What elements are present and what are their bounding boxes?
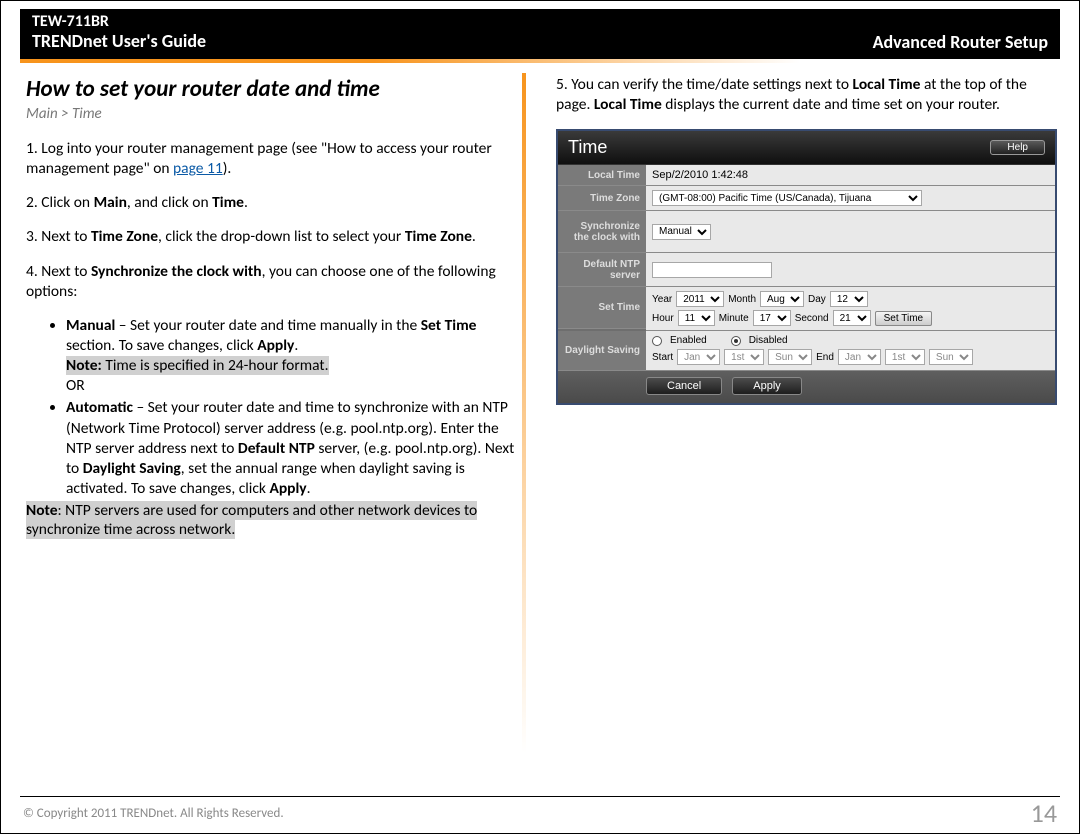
section-title: How to set your router date and time	[26, 75, 522, 103]
option-manual: Manual – Set your router date and time m…	[66, 316, 522, 397]
note2-highlight: Note: NTP servers are used for computers…	[26, 501, 477, 539]
apply-button[interactable]: Apply	[732, 377, 802, 395]
ds-end-day[interactable]: Sun	[929, 349, 973, 365]
set-time-label: Set Time	[558, 287, 646, 329]
daylight-label: Daylight Saving	[558, 331, 646, 371]
time-zone-value: (GMT-08:00) Pacific Time (US/Canada), Ti…	[646, 186, 1055, 211]
hour-select[interactable]: 11	[678, 310, 715, 326]
local-time-label: Local Time	[558, 165, 646, 186]
page-number: 14	[1031, 797, 1057, 829]
router-time-panel: Time Help Local Time Sep/2/2010 1:42:48 …	[556, 129, 1057, 405]
day-select[interactable]: 12	[830, 291, 868, 307]
time-zone-select[interactable]: (GMT-08:00) Pacific Time (US/Canada), Ti…	[652, 190, 922, 206]
step-5: 5. You can verify the time/date settings…	[556, 75, 1054, 115]
panel-title: Time	[568, 137, 607, 158]
sync-label: Synchronize the clock with	[558, 211, 646, 253]
help-button[interactable]: Help	[990, 140, 1045, 155]
ds-start-day[interactable]: Sun	[768, 349, 812, 365]
header-left: TEW-711BR TRENDnet User's Guide	[32, 12, 206, 53]
second-select[interactable]: 21	[833, 310, 871, 326]
right-column: 5. You can verify the time/date settings…	[556, 71, 1054, 765]
daylight-row: Enabled Disabled Start Jan 1st Sun End J…	[646, 331, 1055, 371]
step-3: 3. Next to Time Zone, click the drop-dow…	[26, 227, 522, 247]
set-time-row: Year 2011 Month Aug Day 12 Hour 11 Minut…	[646, 287, 1055, 331]
page-link[interactable]: page 11	[173, 159, 223, 178]
ntp-label: Default NTP server	[558, 253, 646, 287]
option-automatic: Automatic – Set your router date and tim…	[66, 398, 522, 499]
section-name: Advanced Router Setup	[873, 31, 1048, 53]
ds-start-month[interactable]: Jan	[677, 349, 720, 365]
step-4: 4. Next to Synchronize the clock with, y…	[26, 262, 522, 302]
enabled-radio[interactable]	[652, 336, 662, 346]
panel-actions: Cancel Apply	[558, 371, 1055, 403]
ds-end-week[interactable]: 1st	[885, 349, 925, 365]
note-highlight: Note: Time is specified in 24-hour forma…	[66, 356, 329, 375]
sync-select[interactable]: Manual	[652, 224, 711, 240]
guide-title: TRENDnet User's Guide	[32, 31, 206, 53]
time-zone-label: Time Zone	[558, 186, 646, 211]
column-divider-accent	[522, 73, 526, 767]
options-list: Manual – Set your router date and time m…	[66, 316, 522, 499]
ntp-input[interactable]	[652, 262, 772, 278]
copyright: © Copyright 2011 TRENDnet. All Rights Re…	[23, 806, 284, 821]
year-select[interactable]: 2011	[676, 291, 724, 307]
panel-titlebar: Time Help	[558, 131, 1055, 165]
minute-select[interactable]: 17	[753, 310, 791, 326]
or-text: OR	[66, 376, 85, 395]
header-accent-line	[20, 59, 1060, 63]
disabled-radio[interactable]	[731, 336, 741, 346]
cancel-button[interactable]: Cancel	[646, 377, 722, 395]
footer-separator	[20, 796, 1060, 797]
month-select[interactable]: Aug	[760, 291, 804, 307]
ntp-value	[646, 253, 1055, 287]
set-time-button[interactable]: Set Time	[875, 311, 932, 326]
step-1: 1. Log into your router management page …	[26, 139, 522, 179]
left-column: How to set your router date and time Mai…	[26, 71, 522, 765]
sync-value: Manual	[646, 211, 1055, 253]
page-header: TEW-711BR TRENDnet User's Guide Advanced…	[20, 9, 1060, 59]
breadcrumb: Main > Time	[26, 105, 522, 123]
model-number: TEW-711BR	[32, 12, 206, 31]
local-time-value: Sep/2/2010 1:42:48	[646, 165, 1055, 186]
ds-start-week[interactable]: 1st	[724, 349, 764, 365]
step-2: 2. Click on Main, and click on Time.	[26, 193, 522, 213]
ds-end-month[interactable]: Jan	[838, 349, 881, 365]
